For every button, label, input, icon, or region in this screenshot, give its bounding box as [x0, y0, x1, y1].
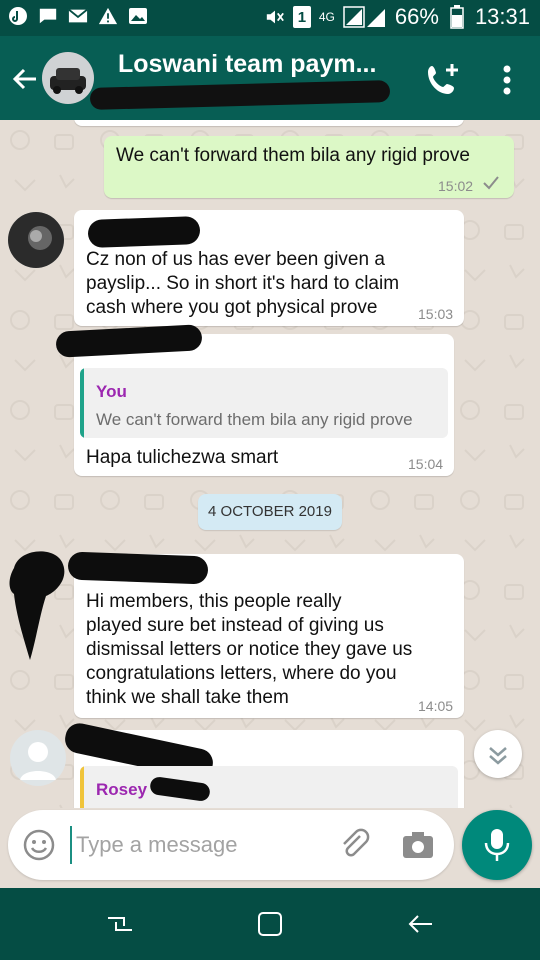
sender-avatar[interactable] [4, 538, 74, 668]
mic-button[interactable] [462, 810, 532, 880]
sender-name-redacted [87, 216, 201, 248]
add-call-icon[interactable] [424, 60, 464, 100]
message-icon [38, 6, 58, 26]
quoted-message[interactable]: Rosey [80, 766, 458, 808]
overflow-menu-icon[interactable] [492, 60, 522, 100]
recent-apps-icon[interactable] [104, 908, 136, 940]
back-nav-icon[interactable] [404, 908, 436, 940]
message-time: 14:05 [418, 698, 454, 714]
warning-icon [98, 6, 118, 26]
message-text: Hi members, this people really played su… [86, 591, 413, 708]
system-nav-bar [0, 888, 540, 960]
default-avatar[interactable] [10, 730, 66, 786]
tiktok-icon [8, 6, 28, 26]
message-bubble-outgoing[interactable]: We can't forward them bila any rigid pro… [104, 136, 514, 198]
message-time: 15:02 [438, 178, 474, 194]
quote-bar [80, 368, 84, 438]
emoji-icon[interactable] [22, 828, 56, 862]
message-bubble-incoming[interactable]: Rosey [62, 720, 464, 808]
message-time: 15:04 [408, 456, 444, 472]
message-text: Cz non of us has ever been given a paysl… [86, 249, 400, 318]
message-bubble-incoming[interactable]: You We can't forward them bila any rigid… [55, 324, 454, 476]
mic-icon [483, 827, 511, 868]
redaction-scribble [89, 80, 391, 110]
message-bubble-incoming[interactable]: Cz non of us has ever been given a paysl… [74, 210, 464, 326]
gmail-icon [68, 6, 88, 26]
sender-avatar[interactable] [8, 212, 64, 268]
message-bubble-previous[interactable] [74, 120, 464, 126]
clock: 13:31 [474, 4, 530, 29]
mute-icon [265, 7, 285, 27]
message-text: We can't forward them bila any rigid pro… [116, 145, 470, 166]
message-text: Hapa tulichezwa smart [86, 447, 279, 468]
message-time: 15:03 [418, 306, 454, 322]
quote-text: We can't forward them bila any rigid pro… [96, 410, 413, 429]
compose-bar [8, 810, 454, 880]
signal-icon [343, 6, 387, 28]
gallery-icon [128, 6, 148, 26]
quote-author: Rosey [96, 780, 148, 799]
date-divider: 4 OCTOBER 2019 [198, 494, 342, 530]
quote-bar [80, 766, 84, 808]
sim-icon: 1 [292, 6, 311, 28]
quote-author: You [96, 382, 127, 401]
battery-level: 66% [394, 4, 439, 29]
message-list[interactable]: We can't forward them bila any rigid pro… [0, 120, 540, 808]
sender-name-redacted [67, 551, 209, 585]
chat-title[interactable]: Loswani team paym... [118, 50, 388, 79]
read-check-icon [482, 174, 500, 198]
message-bubble-incoming[interactable]: Hi members, this people really played su… [67, 551, 464, 718]
network-type: 4G [318, 10, 335, 24]
back-button[interactable] [8, 62, 42, 96]
attach-icon[interactable] [338, 828, 372, 862]
home-icon[interactable] [254, 908, 286, 940]
scroll-down-button[interactable] [474, 730, 522, 778]
status-bar: 1 4G 66% 13:31 [0, 0, 540, 36]
battery-icon [447, 5, 467, 29]
quote-author-redacted [149, 775, 211, 803]
group-avatar[interactable] [42, 52, 94, 104]
quoted-message[interactable]: You We can't forward them bila any rigid… [80, 368, 448, 438]
camera-icon[interactable] [402, 830, 434, 860]
message-input[interactable] [70, 826, 320, 864]
chat-header: Loswani team paym... [0, 36, 540, 120]
